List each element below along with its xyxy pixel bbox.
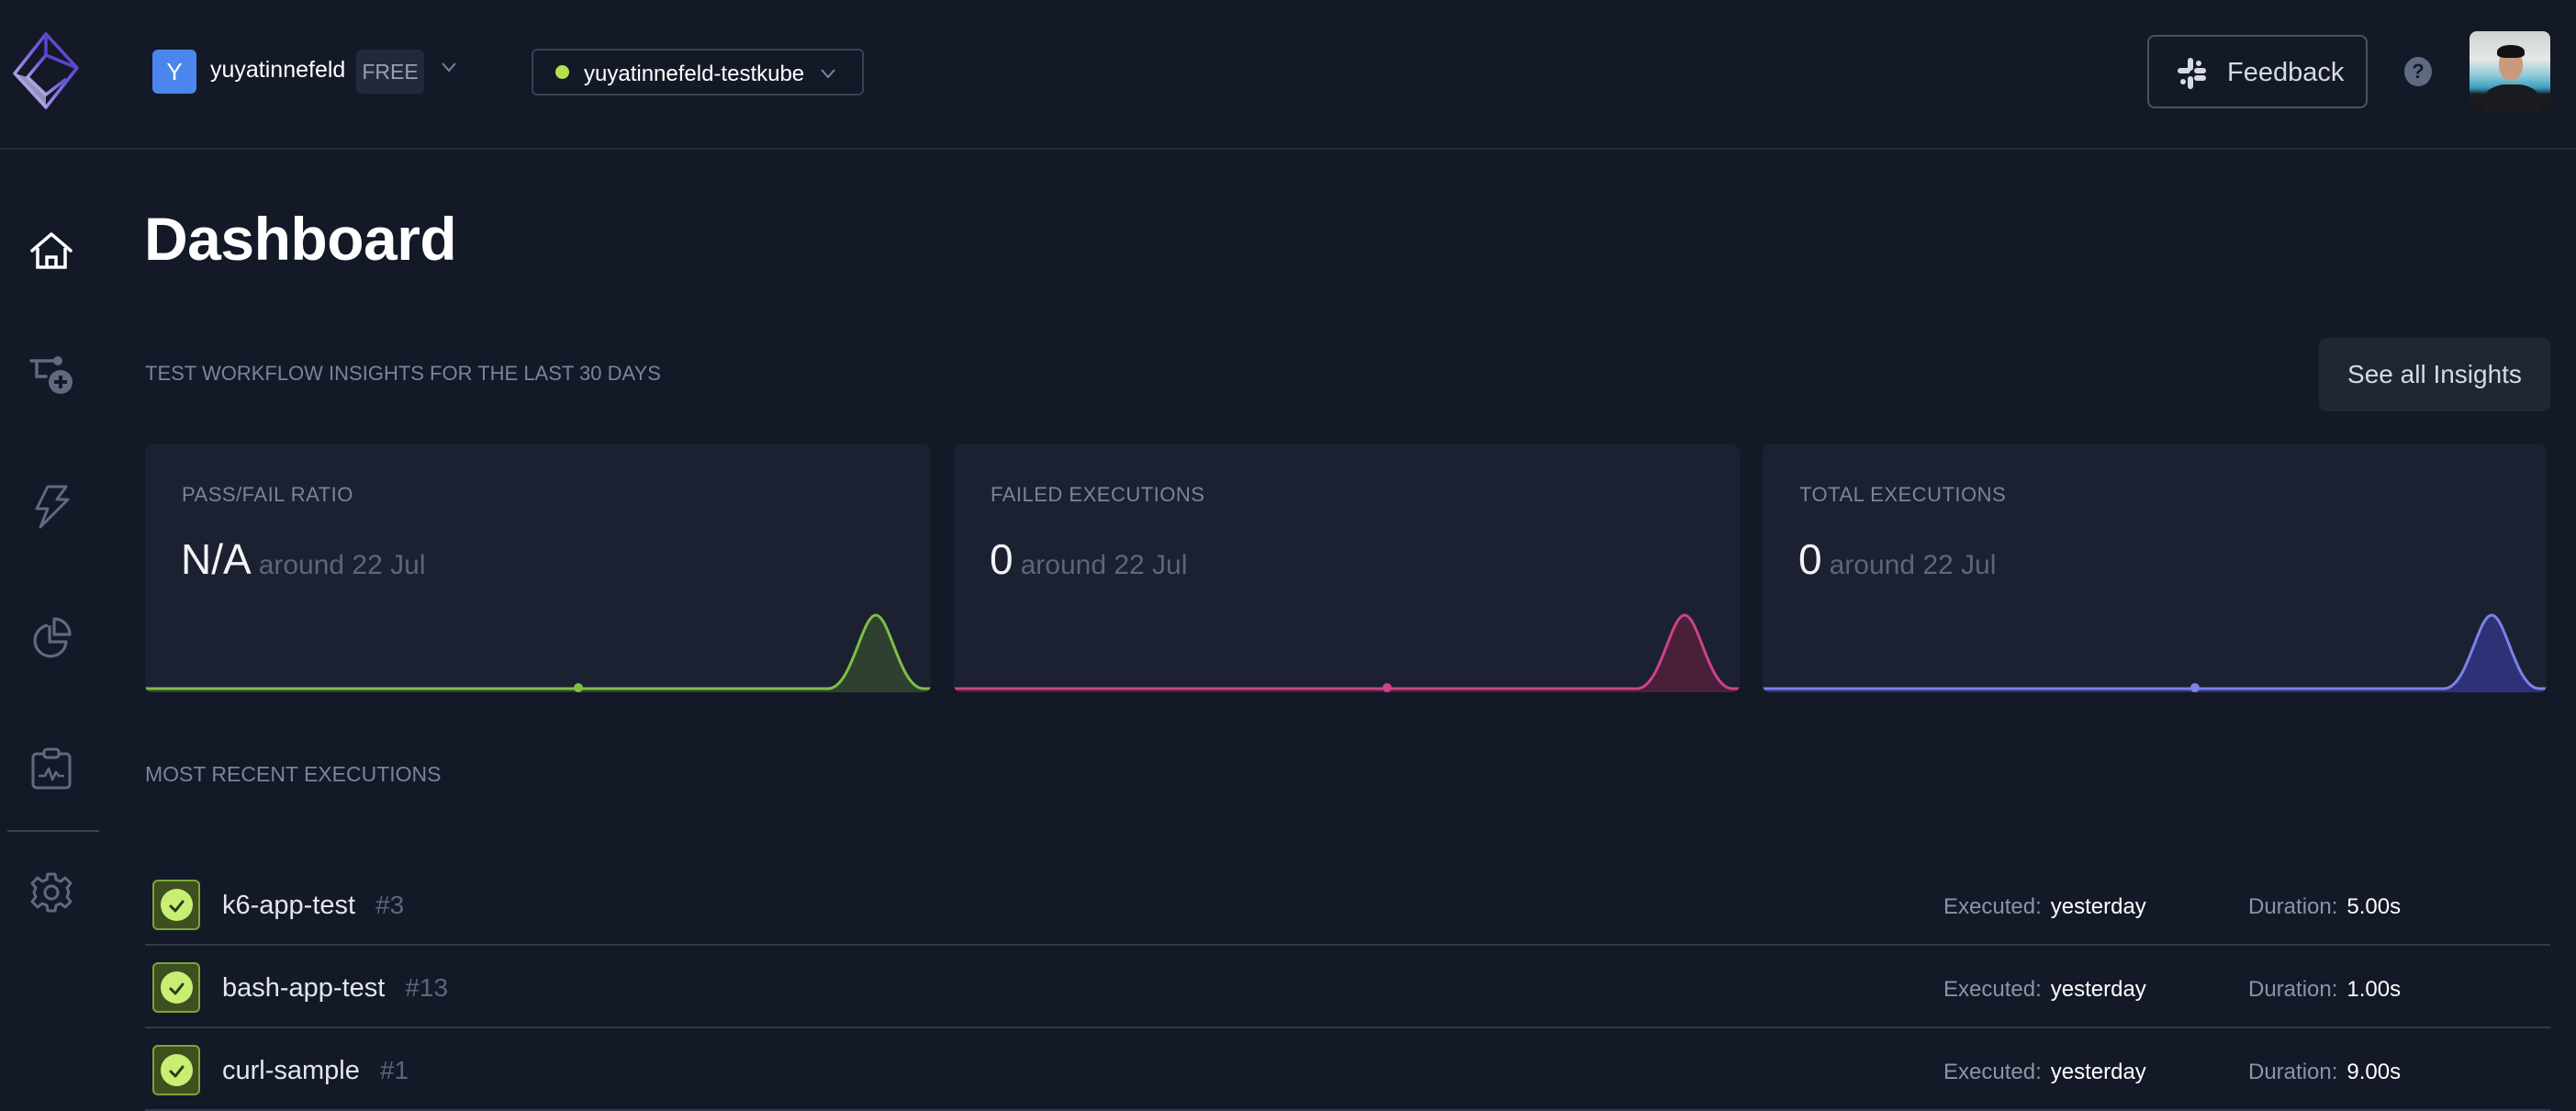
card-subtext: around 22 Jul	[1020, 550, 1188, 580]
card-subtext: around 22 Jul	[258, 550, 426, 580]
duration-info: Duration: 9.00s	[2248, 1060, 2401, 1085]
sidebar-item-settings[interactable]	[24, 865, 79, 920]
org-chevron-down-icon[interactable]	[441, 61, 457, 73]
clipboard-pulse-icon	[31, 747, 72, 790]
user-avatar[interactable]	[2470, 31, 2550, 112]
passed-status-icon	[152, 880, 200, 930]
passed-status-icon	[152, 962, 200, 1013]
executed-value: yesterday	[2050, 977, 2146, 1002]
card-value-number: 0	[1798, 535, 1822, 583]
duration-value: 1.00s	[2346, 977, 2402, 1002]
execution-number: #13	[405, 973, 449, 1002]
total-executions-sparkline	[1763, 613, 2547, 692]
sidebar	[0, 152, 103, 1107]
page-title: Dashboard	[144, 205, 457, 273]
sparkline-line	[145, 613, 931, 690]
card-value-number: 0	[990, 535, 1014, 583]
duration-value: 5.00s	[2346, 894, 2402, 919]
duration-value: 9.00s	[2346, 1060, 2402, 1084]
gear-icon	[30, 872, 73, 913]
sparkline-area	[145, 615, 931, 692]
executed-label: Executed:	[1943, 894, 2042, 919]
top-bar: Y yuyatinnefeld FREE yuyatinnefeld-testk…	[0, 0, 2576, 150]
org-avatar[interactable]: Y	[152, 50, 196, 94]
environment-status-dot	[555, 65, 569, 79]
feedback-label: Feedback	[2227, 58, 2345, 87]
environment-select[interactable]: yuyatinnefeld-testkube	[532, 49, 864, 95]
sparkline-line	[1763, 613, 2547, 690]
duration-info: Duration: 5.00s	[2248, 894, 2401, 920]
total-executions-card[interactable]: TOTAL EXECUTIONS 0 around 22 Jul	[1763, 444, 2547, 692]
pass-fail-sparkline	[145, 613, 931, 692]
duration-label: Duration:	[2248, 1060, 2338, 1084]
card-value-number: N/A	[181, 535, 252, 583]
sparkline-point[interactable]	[574, 683, 583, 692]
execution-name[interactable]: k6-app-test	[222, 891, 355, 920]
execution-number: #1	[379, 1056, 409, 1084]
executed-info: Executed: yesterday	[1943, 977, 2146, 1003]
card-value: 0 around 22 Jul	[1798, 534, 1996, 584]
workflow-add-icon	[29, 356, 73, 394]
failed-executions-sparkline	[954, 613, 1740, 692]
sidebar-item-triggers[interactable]	[24, 479, 79, 534]
sparkline-area	[954, 615, 1740, 692]
execution-name[interactable]: curl-sample	[222, 1056, 360, 1085]
duration-label: Duration:	[2248, 894, 2338, 919]
sidebar-divider	[7, 830, 99, 832]
sidebar-item-test-workflows[interactable]	[24, 351, 79, 406]
duration-label: Duration:	[2248, 977, 2338, 1002]
sparkline-point[interactable]	[2190, 683, 2200, 692]
card-label: FAILED EXECUTIONS	[991, 483, 1205, 506]
execution-row[interactable]: k6-app-test #3 Executed: yesterday Duratio…	[145, 863, 2550, 946]
see-all-insights-button[interactable]: See all Insights	[2319, 338, 2550, 411]
sparkline-line	[954, 613, 1740, 690]
execution-number: #3	[375, 891, 405, 919]
sparkline-area	[1763, 615, 2547, 692]
sidebar-item-dashboard[interactable]	[24, 225, 79, 280]
sparkline-point[interactable]	[1383, 683, 1392, 692]
execution-row[interactable]: curl-sample #1 Executed: yesterday Duratio…	[145, 1028, 2550, 1111]
card-value: 0 around 22 Jul	[990, 534, 1187, 584]
pie-chart-icon	[33, 617, 72, 658]
org-name[interactable]: yuyatinnefeld	[210, 57, 345, 84]
environment-chevron-down-icon	[821, 69, 835, 79]
execution-name[interactable]: bash-app-test	[222, 973, 385, 1003]
pass-fail-ratio-card[interactable]: PASS/FAIL RATIO N/A around 22 Jul	[145, 444, 931, 692]
sidebar-item-status-pages[interactable]	[24, 741, 79, 796]
recent-executions-heading: MOST RECENT EXECUTIONS	[145, 762, 442, 786]
slack-icon	[2178, 58, 2206, 89]
insights-heading: TEST WORKFLOW INSIGHTS FOR THE LAST 30 D…	[145, 362, 661, 385]
execution-row[interactable]: bash-app-test #13 Executed: yesterday Dura…	[145, 946, 2550, 1028]
executed-info: Executed: yesterday	[1943, 1060, 2146, 1085]
feedback-button[interactable]: Feedback	[2147, 35, 2368, 108]
failed-executions-card[interactable]: FAILED EXECUTIONS 0 around 22 Jul	[954, 444, 1740, 692]
sidebar-item-insights[interactable]	[24, 611, 79, 666]
home-icon	[30, 232, 73, 269]
card-subtext: around 22 Jul	[1829, 550, 1997, 580]
lightning-icon	[35, 485, 70, 529]
plan-badge: FREE	[356, 50, 424, 94]
executed-value: yesterday	[2050, 894, 2146, 919]
executed-label: Executed:	[1943, 977, 2042, 1002]
executed-info: Executed: yesterday	[1943, 894, 2146, 920]
environment-name: yuyatinnefeld-testkube	[584, 62, 805, 86]
duration-info: Duration: 1.00s	[2248, 977, 2401, 1003]
executed-label: Executed:	[1943, 1060, 2042, 1084]
testkube-logo-icon[interactable]	[13, 31, 79, 110]
card-value: N/A around 22 Jul	[181, 534, 426, 584]
card-label: TOTAL EXECUTIONS	[1799, 483, 2007, 506]
card-label: PASS/FAIL RATIO	[182, 483, 353, 506]
executed-value: yesterday	[2050, 1060, 2146, 1084]
passed-status-icon	[152, 1045, 200, 1095]
help-icon[interactable]: ?	[2404, 57, 2432, 86]
